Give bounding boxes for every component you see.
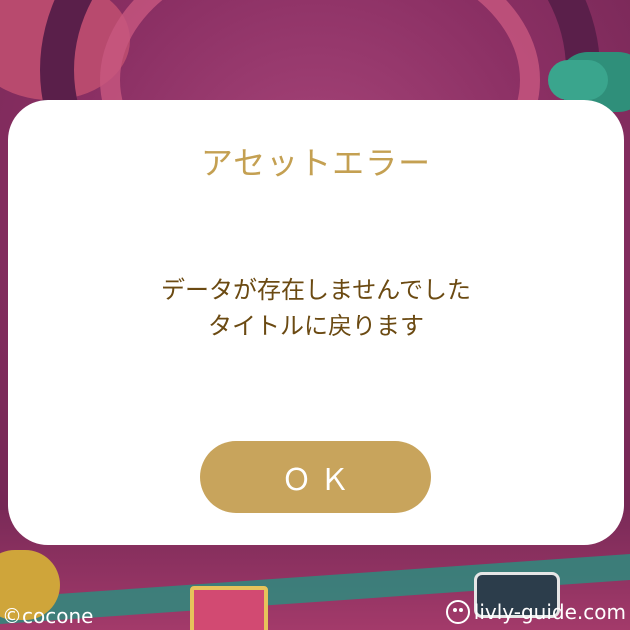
ok-button[interactable]: ＯＫ — [200, 441, 431, 513]
site-logo-icon — [445, 600, 470, 624]
dialog-title: アセットエラー — [200, 144, 432, 182]
game-scene: アセットエラー データが存在しませんでした タイトルに戻ります ＯＫ ©coco… — [0, 0, 630, 630]
background-bush-highlight — [548, 60, 608, 100]
copyright-watermark: ©cocone — [2, 604, 94, 628]
site-watermark-text: livly-guide.com — [473, 600, 626, 624]
dialog-message: データが存在しませんでした タイトルに戻ります — [8, 272, 624, 344]
dialog-message-line-1: データが存在しませんでした — [160, 276, 472, 304]
site-watermark: livly-guide.com — [445, 600, 626, 624]
dialog-message-line-2: タイトルに戻ります — [208, 312, 424, 340]
asset-error-dialog: アセットエラー データが存在しませんでした タイトルに戻ります ＯＫ — [8, 100, 624, 545]
background-sign — [190, 586, 268, 630]
